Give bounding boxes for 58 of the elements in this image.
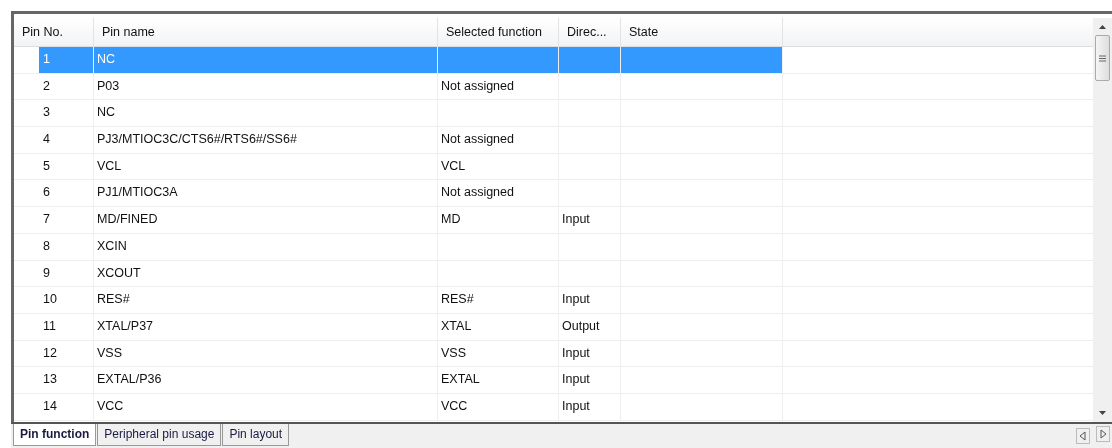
table-cell-text: 4 <box>42 131 51 149</box>
table-cell-text: 2 <box>42 77 51 95</box>
table-cell-text: 14 <box>42 397 58 415</box>
table-cell: XCOUT <box>94 260 438 287</box>
table-cell: XTAL <box>438 313 559 340</box>
column-header[interactable]: Pin No. <box>14 18 94 46</box>
table-cell: Input <box>559 340 621 367</box>
column-header[interactable]: Direc... <box>559 18 621 46</box>
table-cell: Not assigned <box>438 73 559 100</box>
table-cell: Output <box>559 313 621 340</box>
table-cell-text: 7 <box>42 211 51 229</box>
table-cell: PJ1/MTIOC3A <box>94 180 438 207</box>
table-cell-text: 5 <box>42 157 51 175</box>
table-cell: Input <box>559 207 621 233</box>
table-cell-text: 8 <box>42 237 51 255</box>
table-cell: MD <box>438 207 559 233</box>
scroll-down-icon[interactable] <box>1098 410 1107 416</box>
scroll-right-icon[interactable] <box>1096 426 1110 442</box>
table-cell: Not assigned <box>438 180 559 207</box>
column-header[interactable]: Pin name <box>94 18 438 46</box>
table-cell: VCL <box>94 153 438 180</box>
tab[interactable]: Peripheral pin usage <box>97 424 222 446</box>
table-cell: NC <box>94 100 438 127</box>
scroll-thumb[interactable] <box>1095 35 1110 81</box>
table-cell: XTAL/P37 <box>94 313 438 340</box>
table-cell: P03 <box>94 73 438 100</box>
table-cell: PJ3/MTIOC3C/CTS6#/RTS6#/SS6# <box>94 127 438 153</box>
table-cell: Input <box>559 287 621 313</box>
table-cell-text: 12 <box>42 344 58 362</box>
scroll-left-icon[interactable] <box>1076 428 1090 444</box>
column-header[interactable]: Selected function <box>438 18 559 46</box>
table-cell: 1 <box>39 47 93 73</box>
table-cell: VCC <box>438 393 559 420</box>
table-cell: Input <box>559 393 621 420</box>
table-cell-text: 9 <box>42 264 51 282</box>
vertical-scrollbar[interactable] <box>1093 18 1112 422</box>
table-cell: Not assigned <box>438 127 559 153</box>
table-cell: EXTAL <box>438 367 559 393</box>
table-cell: VSS <box>438 340 559 367</box>
table-cell: VSS <box>94 340 438 367</box>
tab[interactable]: Pin layout <box>222 424 290 446</box>
column-header[interactable]: State <box>621 18 783 46</box>
table-cell-text: 11 <box>42 317 57 335</box>
table-cell: NC <box>94 47 438 73</box>
table-cell: EXTAL/P36 <box>94 367 438 393</box>
table-cell: VCC <box>94 393 438 420</box>
table-cell-text: 3 <box>42 104 51 122</box>
tab[interactable]: Pin function <box>13 424 97 446</box>
table-cell-text: 13 <box>42 371 58 389</box>
table-cell-text: 10 <box>42 291 58 309</box>
table-cell: VCL <box>438 153 559 180</box>
scroll-up-icon[interactable] <box>1098 24 1107 30</box>
table-cell: XCIN <box>94 233 438 260</box>
table-cell: RES# <box>94 287 438 313</box>
table-cell: MD/FINED <box>94 207 438 233</box>
table-cell: Input <box>559 367 621 393</box>
table-cell-text: 6 <box>42 184 51 202</box>
table-cell: RES# <box>438 287 559 313</box>
